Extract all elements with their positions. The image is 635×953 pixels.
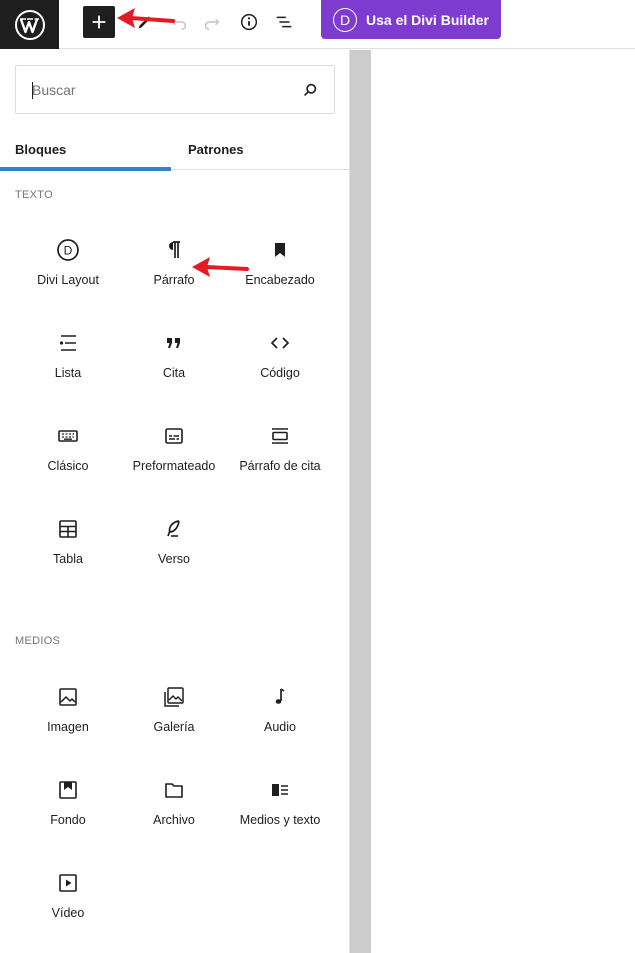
video-icon <box>59 874 77 892</box>
block-item-audio[interactable]: Audio <box>227 665 333 758</box>
block-item-codigo[interactable]: Código <box>227 311 333 404</box>
editor-canvas[interactable] <box>371 50 635 953</box>
block-label: Código <box>260 366 300 380</box>
block-item-video[interactable]: Vídeo <box>15 851 121 944</box>
folder-icon <box>165 783 183 798</box>
divi-builder-button[interactable]: D Usa el Divi Builder <box>321 0 501 39</box>
block-label: Archivo <box>153 813 195 827</box>
block-item-parrafo-de-cita[interactable]: Párrafo de cita <box>227 404 333 497</box>
block-item-preformateado[interactable]: Preformateado <box>121 404 227 497</box>
paragraph-icon <box>169 241 180 258</box>
audio-icon <box>275 688 285 704</box>
divi-icon: D <box>57 239 79 261</box>
block-item-imagen[interactable]: Imagen <box>15 665 121 758</box>
category-title-texto: TEXTO <box>15 189 53 201</box>
add-block-button[interactable] <box>83 6 115 38</box>
block-item-verso[interactable]: Verso <box>121 497 227 590</box>
tab-patrones[interactable]: Patrones <box>171 128 349 170</box>
search-icon[interactable] <box>300 80 320 100</box>
keyboard-icon <box>58 430 78 442</box>
block-label: Lista <box>54 366 82 380</box>
text-caret <box>32 82 33 99</box>
block-inserter-panel: Bloques Patrones TEXTO D Divi Layout Pár… <box>0 50 350 953</box>
block-label: Imagen <box>47 720 89 734</box>
media-text-icon <box>272 784 288 796</box>
annotation-arrow-icon <box>192 257 249 277</box>
block-label: Tabla <box>53 552 83 566</box>
editor-top-toolbar: D Usa el Divi Builder <box>0 0 635 49</box>
feather-icon <box>167 520 180 537</box>
block-grid-medios: Imagen Galería Audio Fondo Archivo Medio… <box>15 665 333 944</box>
block-label: Medios y texto <box>239 813 321 827</box>
tab-bloques[interactable]: Bloques <box>0 128 171 171</box>
block-item-medios-y-texto[interactable]: Medios y texto <box>227 758 333 851</box>
block-item-fondo[interactable]: Fondo <box>15 758 121 851</box>
block-item-divi-layout[interactable]: D Divi Layout <box>15 218 121 311</box>
divi-logo-icon: D <box>333 7 357 32</box>
block-search <box>15 65 335 114</box>
wordpress-logo-icon[interactable] <box>0 0 59 49</box>
list-view-icon <box>276 16 292 28</box>
table-icon <box>59 520 77 538</box>
block-item-lista[interactable]: Lista <box>15 311 121 404</box>
block-label: Audio <box>264 720 296 734</box>
redo-icon <box>204 18 220 31</box>
pullquote-icon <box>272 428 288 444</box>
block-label: Cita <box>162 366 186 380</box>
block-label: Vídeo <box>51 906 85 920</box>
block-label: Divi Layout <box>37 273 99 287</box>
preformatted-icon <box>165 428 183 444</box>
block-label: Galería <box>153 720 195 734</box>
block-item-tabla[interactable]: Tabla <box>15 497 121 590</box>
annotation-arrow-icon <box>117 8 175 28</box>
gallery-icon <box>164 687 184 707</box>
block-label: Preformateado <box>132 459 216 473</box>
editor-canvas-gutter <box>350 50 371 953</box>
block-label: Párrafo de cita <box>239 459 321 473</box>
plus-icon <box>92 15 106 29</box>
code-icon <box>270 337 290 349</box>
block-label: Párrafo <box>153 273 195 287</box>
divi-builder-label: Usa el Divi Builder <box>366 11 489 28</box>
block-label: Clásico <box>47 459 89 473</box>
block-label: Verso <box>158 552 190 566</box>
block-grid-texto: D Divi Layout Párrafo Encabezado Lista C… <box>15 218 333 590</box>
image-icon <box>59 688 77 706</box>
redo-button[interactable] <box>196 6 228 38</box>
cover-icon <box>59 781 77 799</box>
block-item-archivo[interactable]: Archivo <box>121 758 227 851</box>
search-input[interactable] <box>16 66 296 113</box>
list-icon <box>59 335 76 351</box>
category-title-medios: MEDIOS <box>15 635 61 647</box>
block-item-galeria[interactable]: Galería <box>121 665 227 758</box>
block-label: Fondo <box>50 813 86 827</box>
block-item-clasico[interactable]: Clásico <box>15 404 121 497</box>
info-icon <box>240 13 258 31</box>
block-item-cita[interactable]: Cita <box>121 311 227 404</box>
block-label: Encabezado <box>245 273 315 287</box>
bookmark-icon <box>275 243 285 257</box>
svg-text:D: D <box>64 244 73 258</box>
details-button[interactable] <box>233 6 265 38</box>
quote-icon <box>167 338 180 348</box>
inserter-tabs: Bloques Patrones <box>0 128 349 171</box>
list-view-button[interactable] <box>268 6 300 38</box>
